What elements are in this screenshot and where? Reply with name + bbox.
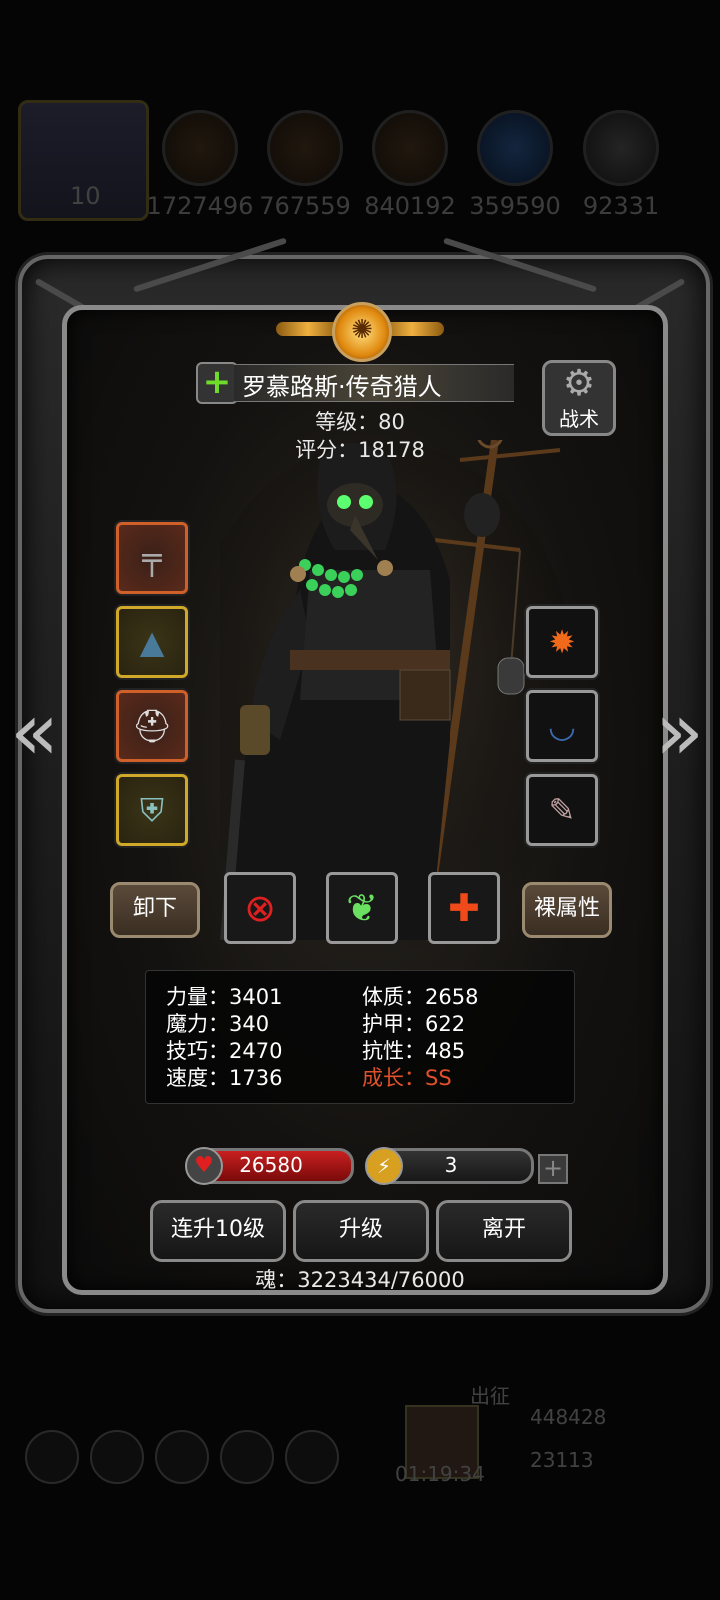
unequip-button[interactable]: 卸下: [110, 882, 200, 938]
stat-magic: 魔力：340: [166, 1012, 270, 1036]
naked-attributes-button[interactable]: 裸属性: [522, 882, 612, 938]
stat-strength: 力量：3401: [166, 985, 283, 1009]
menu-icon-5[interactable]: [285, 1430, 339, 1484]
red-cross-icon: ✚: [448, 886, 480, 930]
tactics-label: 战术: [559, 407, 599, 431]
menu-icon-3[interactable]: [155, 1430, 209, 1484]
menu-icon-1[interactable]: [25, 1430, 79, 1484]
stat-speed: 速度：1736: [166, 1066, 283, 1090]
stat-constitution: 体质：2658: [362, 985, 479, 1009]
cloak-armor-icon: ▲: [139, 623, 165, 661]
helmet-icon: ⛑: [131, 707, 173, 745]
next-hero-arrow-icon[interactable]: »: [655, 685, 704, 778]
soul-count: 魂：3223434/76000: [255, 1268, 465, 1292]
target-icon: ⊗: [244, 886, 276, 930]
equip-slot-rune[interactable]: ✹: [526, 606, 598, 678]
equip-slot-ring[interactable]: ◡: [526, 690, 598, 762]
plus-icon: +: [202, 362, 232, 402]
skill-slot-3[interactable]: ✚: [428, 872, 500, 944]
upgrade-button[interactable]: 升级: [293, 1200, 429, 1262]
chest-timer: 01:19:34: [395, 1462, 485, 1486]
frame-medallion: ✺: [276, 298, 444, 362]
resource-crystal: 359590: [460, 110, 570, 220]
wood-icon: [267, 110, 343, 186]
energy-bar: ⚡ 3: [365, 1147, 534, 1185]
green-spirit-icon: ❦: [346, 886, 378, 930]
upgrade-10-button[interactable]: 连升10级: [150, 1200, 286, 1262]
equip-slot-weapon[interactable]: ╤: [116, 522, 188, 594]
gear-icon: ⚙: [562, 363, 596, 404]
resource-wood: 767559: [250, 110, 360, 220]
resource-ore: 1727496: [145, 110, 255, 220]
menu-icon-2[interactable]: [90, 1430, 144, 1484]
stat-growth: 成长：SS: [362, 1066, 452, 1090]
hero-score: 评分：18178: [295, 438, 425, 462]
equip-slot-helmet[interactable]: ⛑: [116, 690, 188, 762]
hp-bar: ♥ 26580: [185, 1147, 354, 1185]
stats-panel: 力量：3401 魔力：340 技巧：2470 速度：1736 体质：2658 护…: [145, 970, 575, 1104]
equip-slot-feather[interactable]: ✎: [526, 774, 598, 846]
resource-iron: 92331: [566, 110, 676, 220]
skill-slot-1[interactable]: ⊗: [224, 872, 296, 944]
add-hero-button[interactable]: +: [196, 362, 238, 404]
equip-slot-shield[interactable]: ⛨: [116, 774, 188, 846]
resource-bar: 10 1727496 767559 840192 359590 92331: [0, 90, 720, 230]
sun-emblem-icon: ✺: [332, 302, 392, 362]
stat-armor: 护甲：622: [362, 1012, 466, 1036]
pistol-icon: ╤: [142, 539, 162, 577]
tactics-button[interactable]: ⚙ 战术: [542, 360, 616, 436]
stat-resistance: 抗性：485: [362, 1039, 466, 1063]
stat-skill: 技巧：2470: [166, 1039, 283, 1063]
resource-stone: 840192: [355, 110, 465, 220]
add-energy-button[interactable]: +: [538, 1154, 568, 1184]
leave-button[interactable]: 离开: [436, 1200, 572, 1262]
stone-icon: [372, 110, 448, 186]
iron-icon: [583, 110, 659, 186]
prev-hero-arrow-icon[interactable]: «: [10, 685, 59, 778]
hero-name: 罗慕路斯·传奇猎人: [242, 373, 442, 401]
ore-icon: [162, 110, 238, 186]
player-level: 10: [70, 182, 101, 210]
shield-icon: ⛨: [139, 791, 164, 829]
blue-curve-icon: ◡: [548, 707, 576, 745]
equip-slot-armor[interactable]: ▲: [116, 606, 188, 678]
fire-orb-icon: ✹: [548, 623, 576, 661]
feather-icon: ✎: [548, 791, 576, 829]
hp-value: 26580: [239, 1153, 303, 1177]
crystal-icon: [477, 110, 553, 186]
hero-name-plate: 罗慕路斯·传奇猎人: [234, 364, 514, 402]
skill-slot-2[interactable]: ❦: [326, 872, 398, 944]
coin-count: 448428: [530, 1405, 607, 1429]
menu-icon-4[interactable]: [220, 1430, 274, 1484]
energy-value: 3: [444, 1153, 458, 1177]
gem-count: 23113: [530, 1448, 594, 1472]
